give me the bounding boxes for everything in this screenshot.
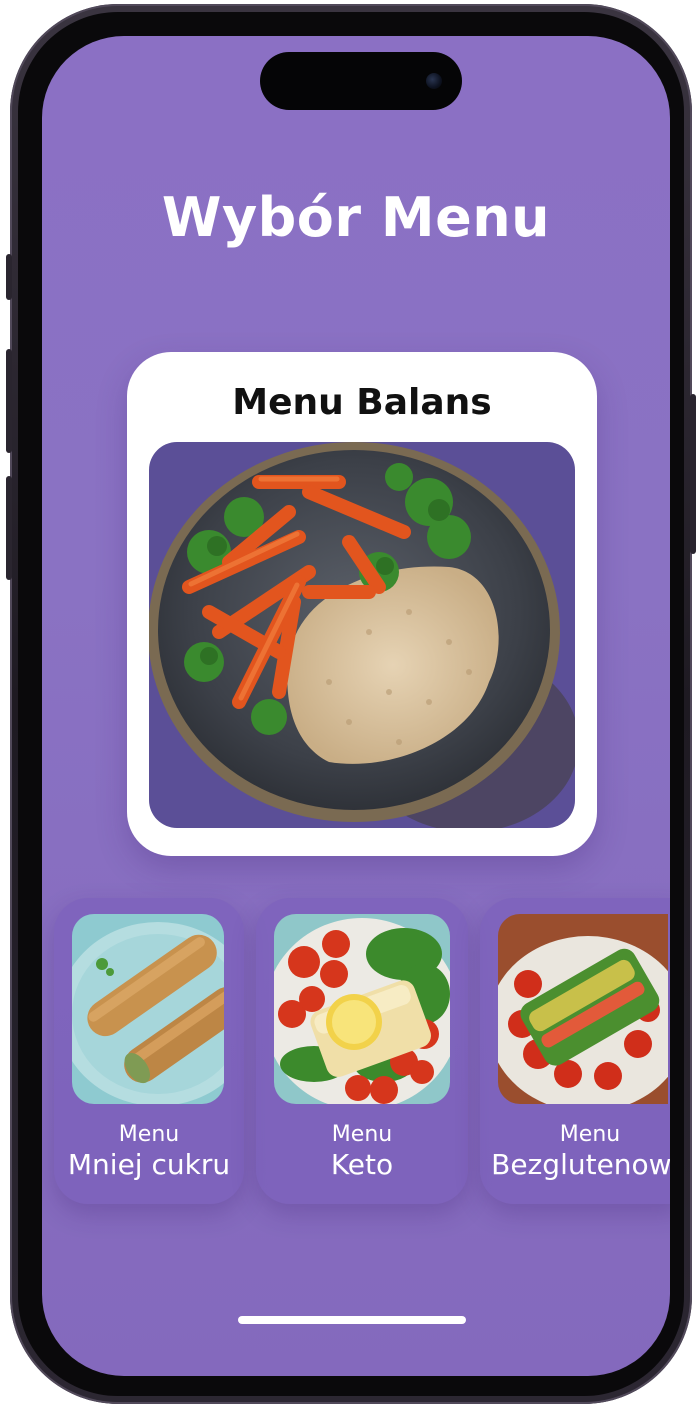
camera-icon — [426, 73, 442, 89]
page-title: Wybór Menu — [161, 186, 551, 249]
menu-label-prefix: Menu — [118, 1122, 180, 1147]
menu-label-prefix: Menu — [331, 1122, 393, 1147]
menu-label-name: Keto — [330, 1148, 394, 1181]
menu-image-mniej-cukru — [72, 914, 224, 1104]
menu-label-prefix: Menu — [559, 1122, 621, 1147]
power-button — [690, 394, 696, 554]
featured-menu-title: Menu Balans — [232, 382, 492, 423]
action-button — [6, 254, 12, 300]
menu-label-name: Bezglutenowe — [491, 1148, 670, 1181]
featured-menu-card[interactable]: Menu Balans — [127, 352, 597, 856]
home-indicator[interactable] — [238, 1316, 466, 1324]
menu-card-keto[interactable]: Menu Keto — [256, 898, 468, 1204]
menu-image-keto — [274, 914, 450, 1104]
menu-label-name: Mniej cukru — [67, 1148, 231, 1181]
menu-card-mniej-cukru[interactable]: Menu Mniej cukru — [54, 898, 244, 1204]
dynamic-island — [260, 52, 462, 110]
volume-down-button — [6, 476, 12, 580]
volume-up-button — [6, 349, 12, 453]
app-screen: Wybór Menu Menu Balans Menu Mniej cukru … — [42, 36, 670, 1376]
menu-card-bezglutenowe[interactable]: Menu Bezglutenowe — [480, 898, 670, 1204]
menu-image-bezglutenowe — [498, 914, 668, 1104]
featured-menu-image — [149, 442, 575, 828]
